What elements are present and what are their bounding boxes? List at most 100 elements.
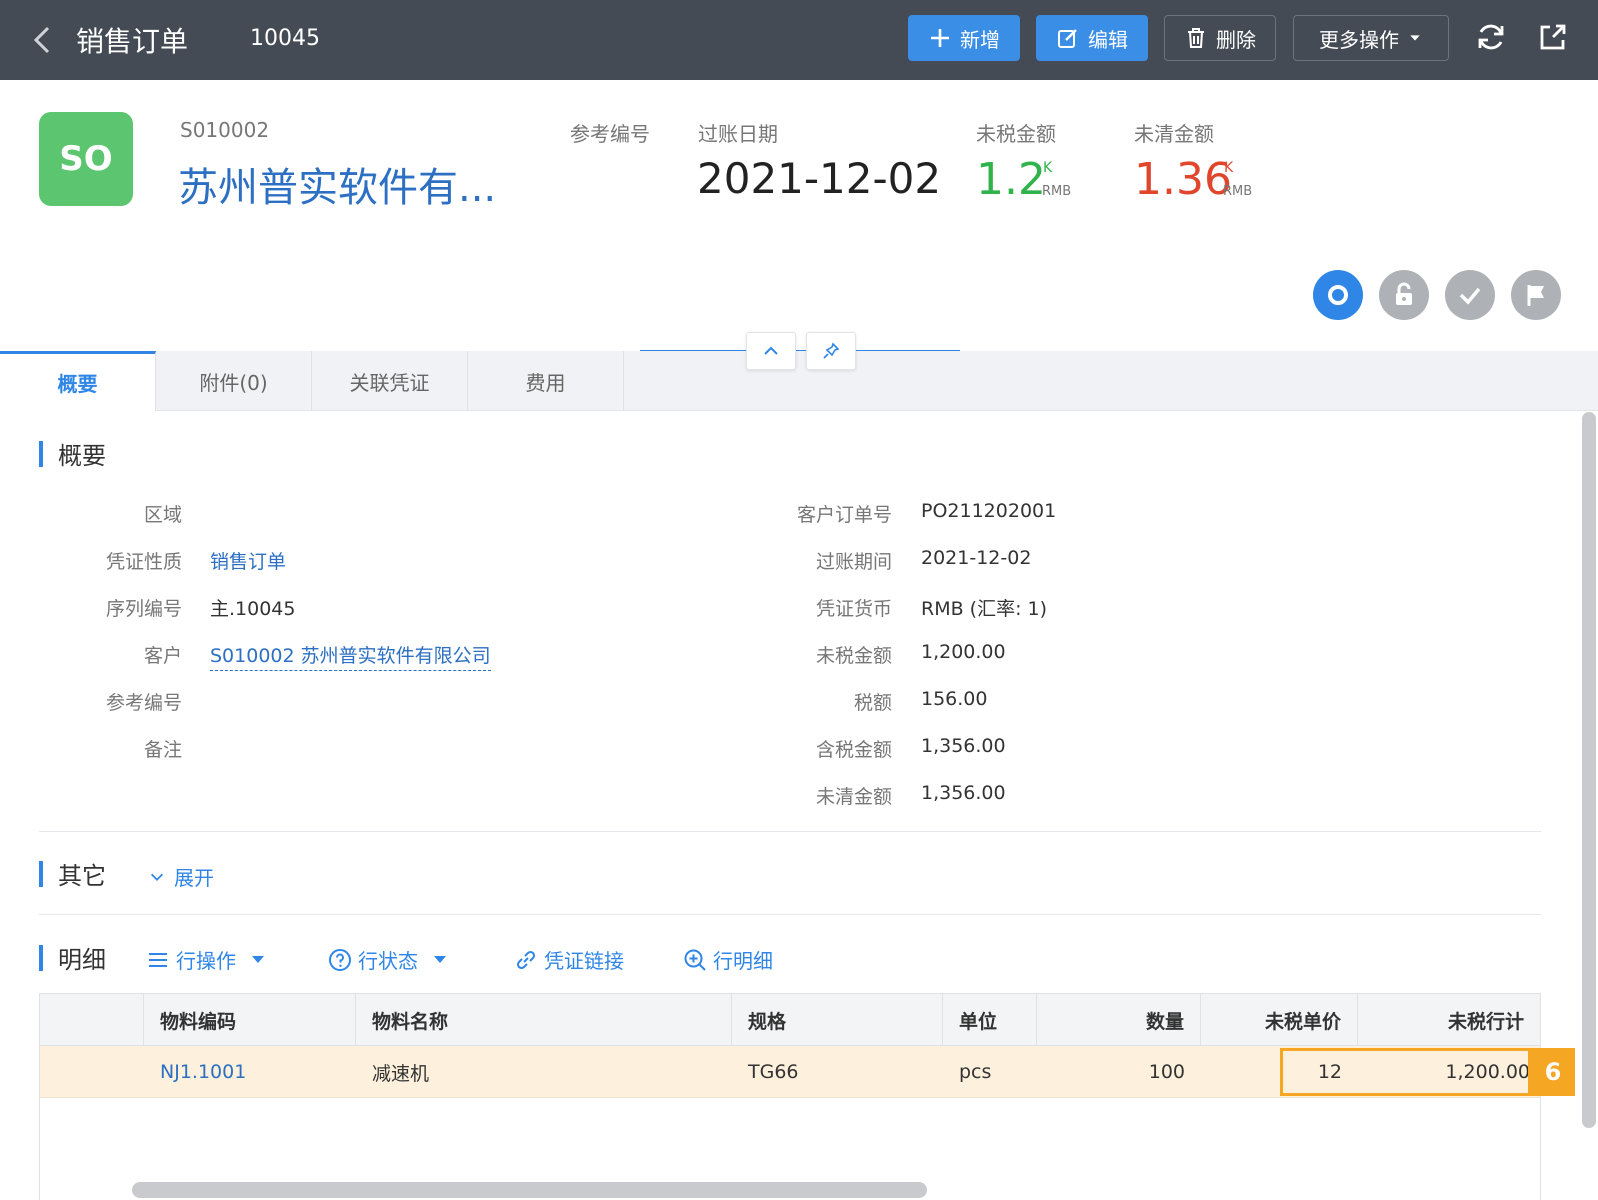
cell-item-name: 减速机	[372, 1062, 430, 1085]
detail-section-title: 明细	[58, 946, 106, 974]
top-bar: 销售订单 10045 新增 编辑 删除 更多操作	[0, 0, 1598, 80]
approve-check-icon[interactable]	[1445, 270, 1495, 320]
field-value-pretax-amount: 1,200.00	[921, 641, 1006, 663]
cell-item-code[interactable]: NJ1.1001	[144, 1046, 356, 1098]
field-label-serial-number: 序列编号	[105, 598, 182, 620]
detail-table: 物料编码 物料名称 规格 单位 数量 未税单价 未税行计 NJ1.1001 减速…	[39, 993, 1541, 1200]
ref-number-label: 参考编号	[570, 122, 650, 146]
edit-icon	[1058, 29, 1077, 48]
open-amount-value: 1.36	[1134, 154, 1232, 205]
pretax-amount-label: 未税金额	[976, 122, 1056, 146]
chevron-up-icon	[764, 346, 778, 355]
column-header-quantity[interactable]: 数量	[1037, 994, 1201, 1046]
field-label-customer-po: 客户订单号	[796, 504, 892, 526]
column-header-unit-price[interactable]: 未税单价	[1201, 994, 1358, 1046]
chevron-down-icon	[150, 873, 164, 881]
tab-attachments[interactable]: 附件(0)	[156, 351, 312, 411]
share-icon[interactable]	[1536, 20, 1570, 54]
trash-icon	[1188, 28, 1204, 48]
section-marker	[39, 945, 43, 971]
more-actions-button[interactable]: 更多操作	[1293, 15, 1449, 61]
expand-toggle[interactable]: 展开	[148, 862, 214, 891]
posting-date-label: 过账日期	[698, 122, 778, 146]
tab-overview[interactable]: 概要	[0, 351, 156, 411]
lock-icon[interactable]	[1379, 270, 1429, 320]
row-detail-button[interactable]: 行明细	[683, 945, 773, 974]
open-unit-currency: RMB	[1223, 184, 1253, 199]
field-label-tax: 税额	[853, 692, 892, 714]
back-arrow-icon[interactable]	[28, 24, 58, 56]
list-icon	[149, 952, 167, 967]
field-value-customer[interactable]: S010002 苏州普实软件有限公司	[210, 641, 491, 671]
status-open-icon[interactable]	[1313, 270, 1363, 320]
caret-down-icon	[434, 956, 446, 963]
row-detail-label: 行明细	[713, 949, 773, 973]
field-value-tax: 156.00	[921, 688, 988, 710]
open-unit-k: K	[1224, 160, 1234, 176]
tab-linked-vouchers[interactable]: 关联凭证	[312, 351, 468, 411]
refresh-icon[interactable]	[1474, 20, 1508, 54]
more-actions-label: 更多操作	[1319, 27, 1399, 52]
doc-number: 10045	[250, 26, 320, 51]
field-value-currency: RMB (汇率: 1)	[921, 598, 1048, 620]
field-value-posting-period: 2021-12-02	[921, 547, 1032, 569]
expand-label: 展开	[174, 866, 214, 890]
field-label-total-with-tax: 含税金额	[815, 739, 892, 761]
collapse-header-button[interactable]	[746, 332, 796, 370]
field-label-posting-period: 过账期间	[815, 551, 892, 573]
cell-quantity: 100	[1148, 1061, 1185, 1083]
field-label-voucher-type: 凭证性质	[105, 551, 182, 573]
row-status-label: 行状态	[358, 949, 418, 973]
tab-expenses[interactable]: 费用	[468, 351, 624, 411]
pin-icon	[823, 342, 840, 359]
doc-type-badge: SO	[39, 112, 133, 206]
vertical-scrollbar[interactable]	[1582, 412, 1596, 1128]
section-divider	[39, 914, 1541, 915]
column-header-item-name[interactable]: 物料名称	[356, 994, 732, 1046]
pretax-unit-k: K	[1043, 160, 1053, 176]
field-value-serial-number: 主.10045	[210, 598, 296, 620]
help-circle-icon	[329, 948, 351, 971]
customer-code: S010002	[180, 118, 270, 142]
column-header-unit[interactable]: 单位	[943, 994, 1037, 1046]
flag-icon[interactable]	[1511, 270, 1561, 320]
field-label-pretax-amount: 未税金额	[815, 645, 892, 667]
edit-button-label: 编辑	[1088, 27, 1128, 52]
caret-down-icon	[252, 956, 264, 963]
other-section-title: 其它	[58, 862, 106, 890]
column-header-index	[40, 994, 144, 1046]
voucher-link-button[interactable]: 凭证链接	[514, 945, 624, 974]
link-icon	[516, 950, 536, 969]
plus-icon	[931, 29, 949, 47]
open-amount-label: 未清金额	[1134, 122, 1214, 146]
field-label-region: 区域	[143, 504, 182, 526]
field-value-open-amount: 1,356.00	[921, 782, 1006, 804]
column-header-line-total[interactable]: 未税行计	[1358, 994, 1540, 1046]
add-button[interactable]: 新增	[908, 15, 1020, 61]
customer-name[interactable]: 苏州普实软件有...	[178, 155, 496, 213]
add-button-label: 新增	[960, 27, 1000, 52]
delete-button[interactable]: 删除	[1164, 15, 1276, 61]
pretax-amount-value: 1.2	[976, 154, 1046, 205]
section-marker	[39, 441, 43, 467]
posting-date-value: 2021-12-02	[697, 154, 942, 203]
column-header-item-code[interactable]: 物料编码	[144, 994, 356, 1046]
field-value-voucher-type[interactable]: 销售订单	[210, 547, 286, 574]
pin-header-button[interactable]	[806, 332, 856, 370]
row-operations-label: 行操作	[176, 949, 236, 973]
section-marker	[39, 861, 43, 887]
highlight-box	[1280, 1048, 1531, 1096]
field-label-remark: 备注	[143, 739, 182, 761]
caret-down-icon	[1410, 35, 1420, 41]
overview-section-title: 概要	[58, 442, 106, 470]
field-label-ref-number: 参考编号	[105, 692, 182, 714]
cell-spec: TG66	[748, 1061, 799, 1083]
edit-button[interactable]: 编辑	[1036, 15, 1148, 61]
column-header-spec[interactable]: 规格	[732, 994, 943, 1046]
row-status-menu[interactable]: 行状态	[328, 945, 446, 974]
tab-bar: 概要 附件(0) 关联凭证 费用	[0, 351, 1598, 411]
field-label-open-amount: 未清金额	[815, 786, 892, 808]
delete-button-label: 删除	[1216, 27, 1256, 52]
section-divider	[39, 831, 1541, 832]
row-operations-menu[interactable]: 行操作	[146, 945, 264, 974]
